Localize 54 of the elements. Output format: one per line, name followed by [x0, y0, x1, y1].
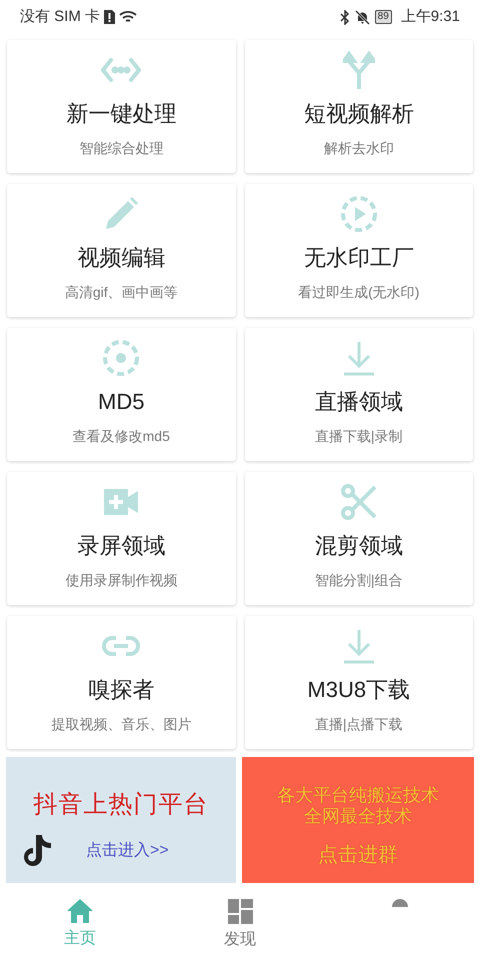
carrier-text: 没有 SIM 卡	[20, 6, 100, 27]
tool-subtitle: 提取视频、音乐、图片	[51, 715, 192, 734]
tool-subtitle: 直播下载|录制	[314, 427, 403, 446]
tool-title: 新一键处理	[66, 100, 176, 128]
tool-card[interactable]: 嗅探者 提取视频、音乐、图片	[7, 616, 236, 749]
play-icon	[340, 195, 378, 233]
sim-alert-icon	[104, 10, 116, 24]
tool-subtitle: 查看及修改md5	[72, 427, 170, 446]
tool-title: 短视频解析	[304, 100, 414, 128]
tool-title: 视频编辑	[77, 244, 166, 272]
tool-subtitle: 解析去水印	[324, 139, 394, 158]
tool-card[interactable]: 混剪领域 智能分割|组合	[244, 472, 473, 605]
video-camera-icon	[104, 489, 138, 515]
tool-subtitle: 高清gif、画中画等	[64, 283, 178, 302]
nav-tab[interactable]: 发现	[160, 887, 320, 960]
grid-icon	[228, 899, 252, 924]
tool-title: 嗅探者	[88, 676, 154, 704]
tool-card[interactable]: 视频编辑 高清gif、画中画等	[7, 184, 236, 317]
code-icon	[101, 56, 142, 84]
tool-subtitle: 智能综合处理	[79, 139, 164, 158]
bluetooth-icon	[340, 10, 350, 24]
tool-subtitle: 直播|点播下载	[314, 715, 403, 734]
tool-title: MD5	[98, 388, 144, 416]
tool-subtitle: 使用录屏制作视频	[65, 571, 178, 590]
banner-link[interactable]: 点击进入>>	[86, 839, 169, 863]
banner-text: 全网最全技术	[304, 806, 412, 827]
wifi-icon	[119, 10, 138, 24]
tool-title: 录屏领域	[77, 532, 166, 560]
muted-bell-icon	[354, 10, 370, 24]
tool-card[interactable]: M3U8下载 直播|点播下载	[244, 616, 473, 749]
clock-text: 上午9:31	[400, 6, 460, 27]
tool-card[interactable]: 直播领域 直播下载|录制	[244, 328, 473, 461]
tool-subtitle: 智能分割|组合	[314, 571, 403, 590]
tool-title: 无水印工厂	[304, 244, 414, 272]
music-note-icon	[23, 835, 51, 867]
tool-title: 直播领域	[314, 388, 403, 416]
banner-title: 抖音上热门平台	[34, 790, 208, 820]
fork-arrow-icon	[342, 51, 375, 89]
tool-card[interactable]: 录屏领域 使用录屏制作视频	[7, 472, 236, 605]
tool-card[interactable]: 无水印工厂 看过即生成(无水印)	[244, 184, 473, 317]
tool-subtitle: 看过即生成(无水印)	[298, 283, 420, 302]
banner-text: 各大平台纯搬运技术	[277, 785, 439, 806]
tool-card[interactable]: MD5 查看及修改md5	[7, 328, 236, 461]
battery-indicator: 89	[374, 10, 392, 24]
pencil-icon	[104, 197, 138, 231]
tool-title: M3U8下载	[307, 676, 410, 704]
tool-title: 混剪领域	[314, 532, 403, 560]
promo-banner[interactable]: 抖音上热门平台 点击进入>>	[6, 757, 236, 883]
scissors-icon	[340, 483, 378, 521]
tool-card[interactable]: 新一键处理 智能综合处理	[7, 40, 236, 173]
link-icon	[102, 635, 140, 657]
target-icon	[102, 339, 140, 377]
tool-card[interactable]: 短视频解析 解析去水印	[244, 40, 473, 173]
home-icon	[67, 899, 93, 923]
